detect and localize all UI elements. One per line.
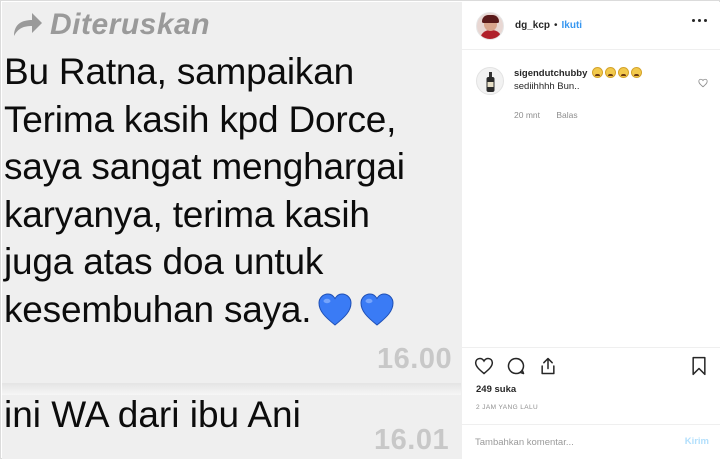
message-line: karyanya, terima kasih <box>4 193 370 235</box>
message-line: saya sangat menghargai <box>4 146 405 187</box>
forwarded-label: Diteruskan <box>50 8 211 41</box>
message-timestamp-2: 16.01 <box>374 424 450 456</box>
send-comment-button[interactable]: Kirim <box>685 436 709 447</box>
post-side-panel: dg_kcp • Ikuti sigendutchubby sediihhhh … <box>461 2 720 459</box>
instagram-post-window: Diteruskan Bu Ratna, sampaikan Terima ka… <box>0 0 720 459</box>
comment-meta: 20 mnt Balas <box>514 110 592 120</box>
comment-time: 20 mnt <box>514 110 540 120</box>
post-actions: 249 suka 2 JAM YANG LALU Kirim <box>462 347 720 459</box>
forward-arrow-icon <box>14 13 42 36</box>
commenter-avatar[interactable] <box>476 67 504 95</box>
message-line-text: kesembuhan saya. <box>4 288 312 330</box>
crying-emoji-icon <box>605 67 617 78</box>
post-header: dg_kcp • Ikuti <box>462 2 720 50</box>
message-line: Terima kasih kpd Dorce, <box>4 98 397 140</box>
comment-icon[interactable] <box>506 356 526 376</box>
crying-emoji-icon <box>592 67 604 78</box>
heart-emoji-icon <box>318 292 352 326</box>
message-line: juga atas doa untuk <box>4 241 324 282</box>
comment-body: sigendutchubby sediihhhh Bun.. <box>514 67 694 95</box>
add-comment-bar: Kirim <box>462 424 720 459</box>
message-line: Bu Ratna, sampaikan <box>4 51 354 92</box>
commenter-username[interactable]: sigendutchubby <box>514 68 587 79</box>
post-photo[interactable]: Diteruskan Bu Ratna, sampaikan Terima ka… <box>2 2 461 459</box>
separator-dot: • <box>554 20 558 31</box>
post-username[interactable]: dg_kcp <box>515 20 550 31</box>
heart-emoji-icon <box>360 292 394 326</box>
forwarded-header: Diteruskan <box>10 7 210 43</box>
comment-item: sigendutchubby sediihhhh Bun.. 20 mnt Ba… <box>476 67 708 120</box>
likes-count[interactable]: 249 suka <box>476 384 516 395</box>
action-icons <box>474 356 558 376</box>
message-line-last: kesembuhan saya. <box>4 286 459 334</box>
chat-message: Bu Ratna, sampaikan Terima kasih kpd Dor… <box>4 48 459 333</box>
message-timestamp: 16.00 <box>377 343 453 375</box>
comment-like-icon[interactable] <box>698 78 708 88</box>
more-options-icon[interactable] <box>692 19 707 22</box>
comment-input[interactable] <box>475 433 665 451</box>
crying-emoji-icon <box>618 67 630 78</box>
bookmark-icon[interactable] <box>689 356 709 376</box>
share-icon[interactable] <box>538 356 558 376</box>
reply-button[interactable]: Balas <box>556 110 577 120</box>
crying-emoji-icon <box>631 67 643 78</box>
bottle-icon <box>486 72 495 92</box>
avatar[interactable] <box>476 11 504 40</box>
posted-time: 2 JAM YANG LALU <box>476 404 539 411</box>
like-icon[interactable] <box>474 356 494 376</box>
chat-message-2: ini WA dari ibu Ani <box>4 394 301 435</box>
comment-text: sediihhhh Bun.. <box>514 81 580 92</box>
follow-button[interactable]: Ikuti <box>562 20 583 31</box>
